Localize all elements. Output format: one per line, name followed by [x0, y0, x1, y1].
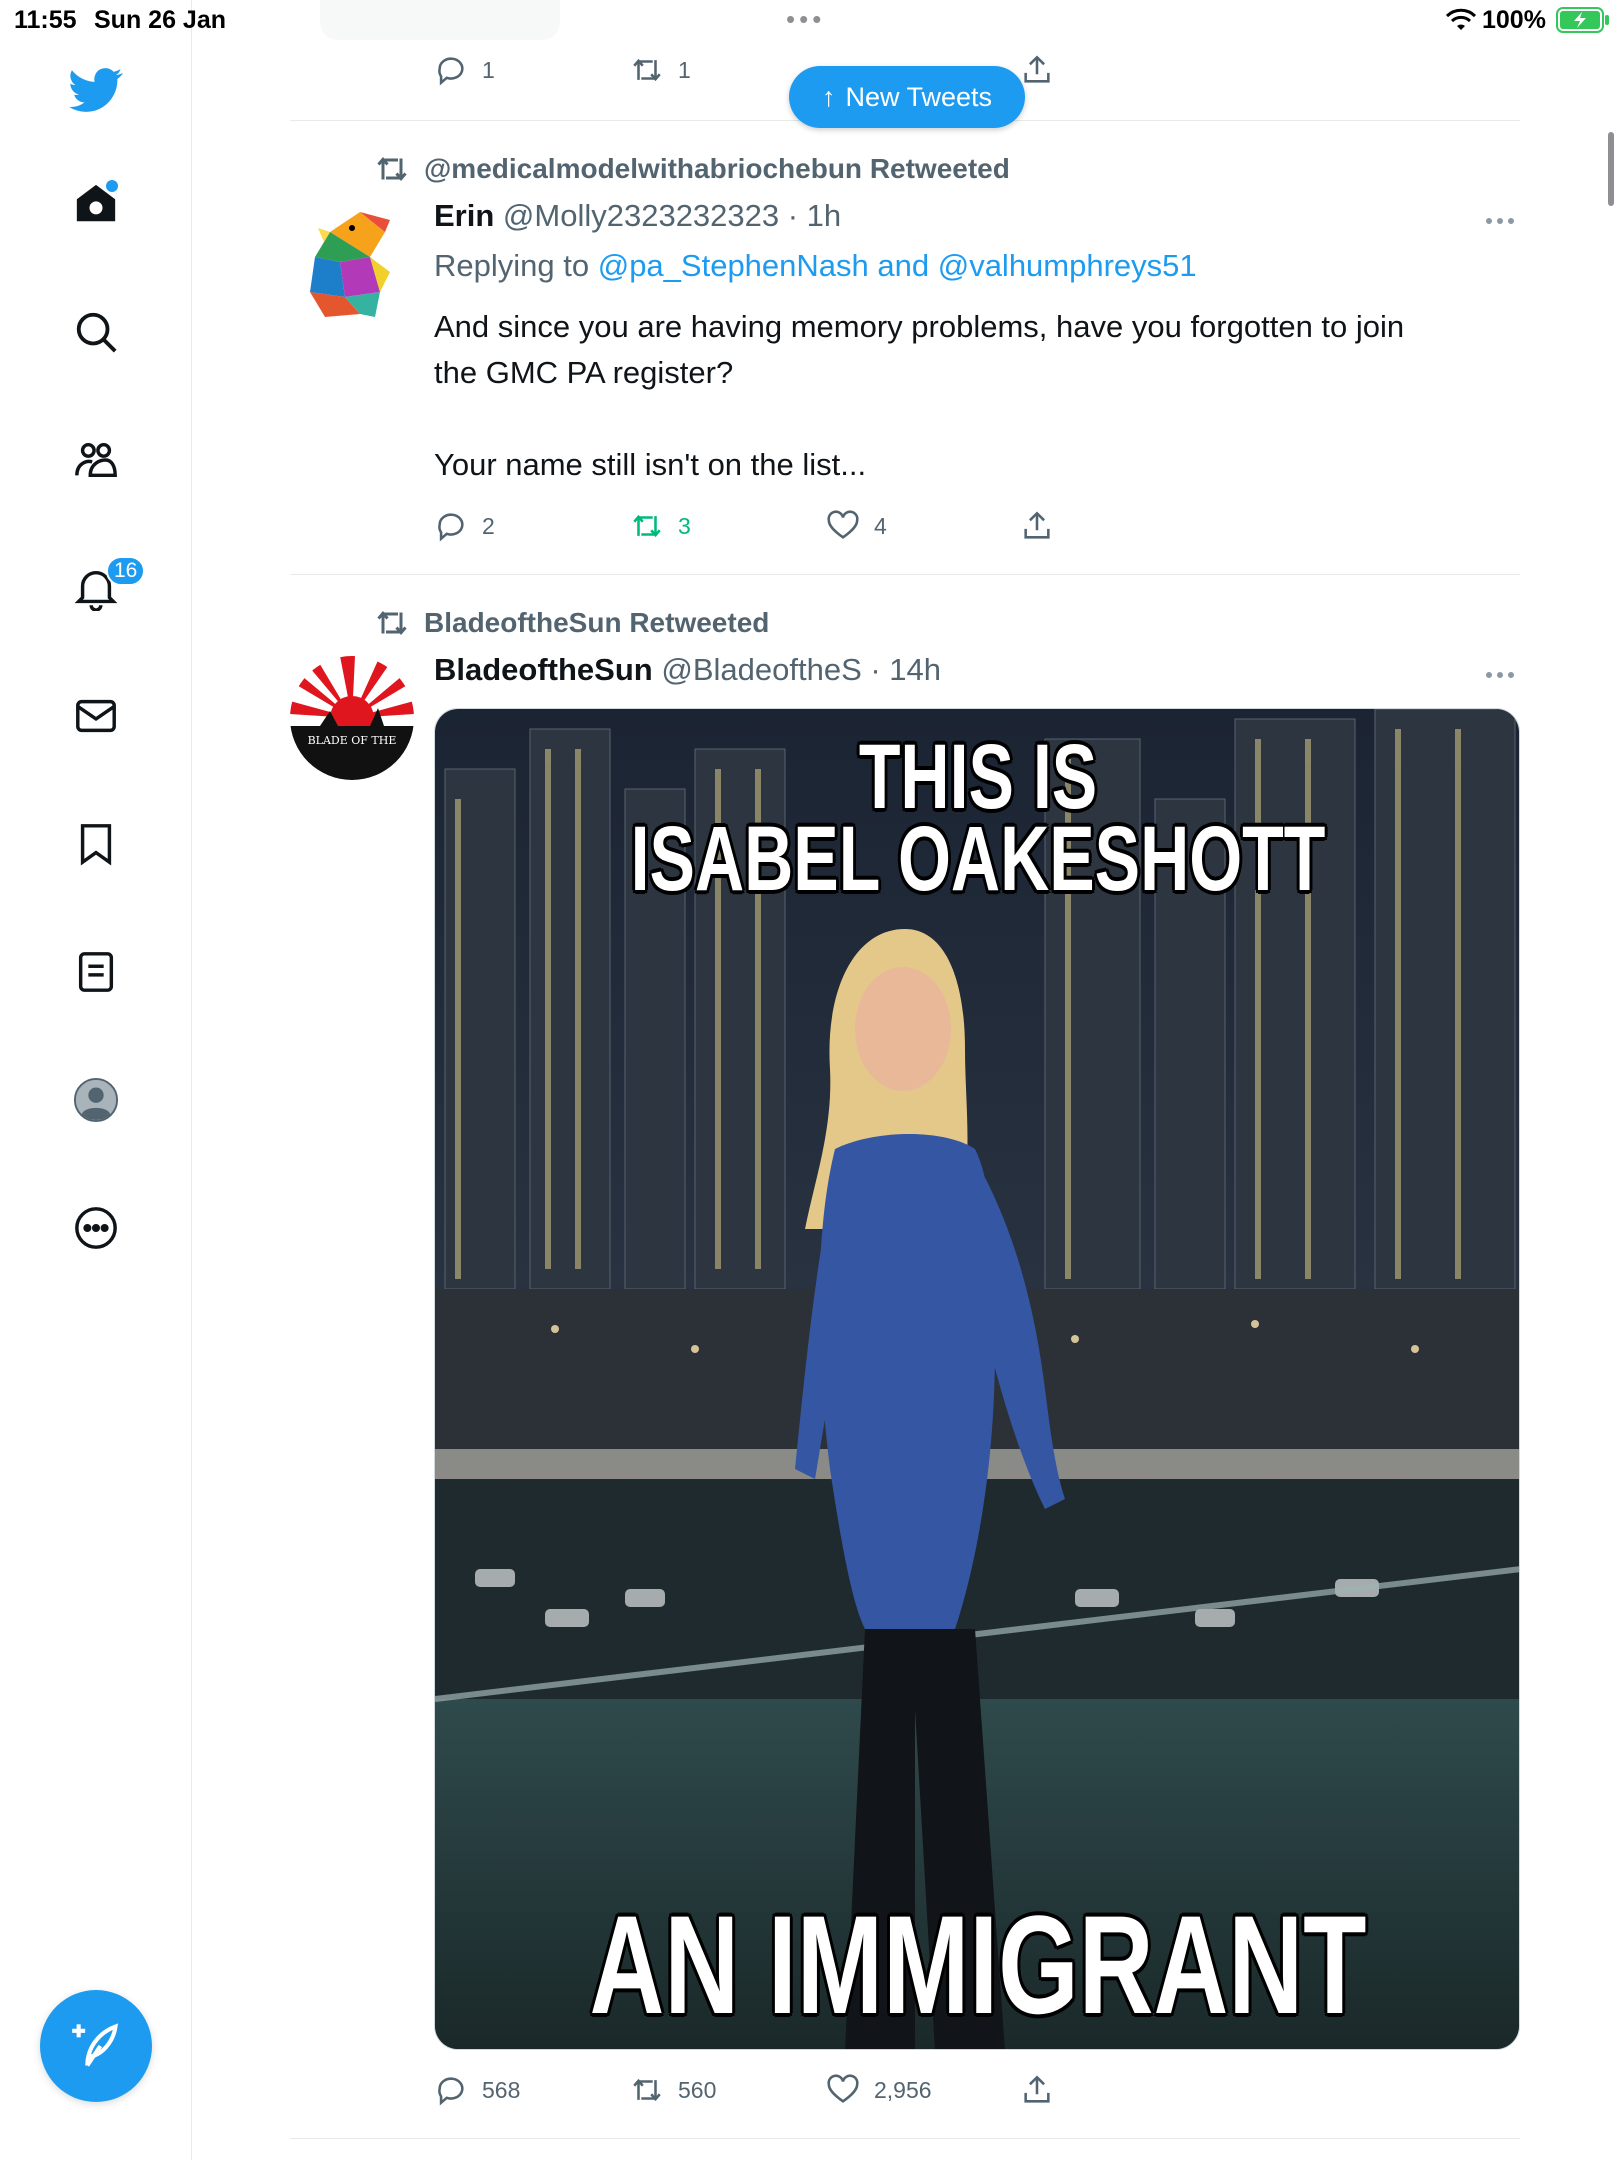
sidebar-item-lists[interactable] [52, 928, 140, 1016]
share-button[interactable] [1020, 2070, 1054, 2110]
reply-count: 568 [482, 2076, 521, 2103]
retweet-button[interactable]: 3 [630, 506, 691, 546]
communities-icon [75, 442, 117, 478]
replying-to-handles[interactable]: @pa_StephenNash and @valhumphreys51 [598, 248, 1197, 283]
reply-count: 2 [482, 512, 495, 539]
sidebar-item-communities[interactable] [52, 416, 140, 504]
twitter-bird-icon [69, 68, 123, 112]
share-icon [1024, 2075, 1050, 2103]
author-handle-time[interactable]: @Molly2323232323 · 1h [503, 198, 841, 233]
sidebar-item-home[interactable] [52, 160, 140, 248]
status-date: Sun 26 Jan [94, 6, 226, 34]
sidebar-item-search[interactable] [52, 288, 140, 376]
retweeted-by-label: BladeoftheSun Retweeted [424, 607, 770, 638]
image-caption-bottom: AN IMMIGRANT [589, 1886, 1367, 2043]
reply-count: 1 [482, 56, 495, 83]
tweet-text: And since you are having memory problems… [434, 304, 1504, 488]
tweet-text-line: the GMC PA register? [434, 355, 734, 390]
image-caption-top: ISABEL OAKESHOTT [630, 808, 1326, 910]
new-tweets-button[interactable]: ↑ New Tweets [789, 66, 1025, 128]
reply-button[interactable]: 1 [434, 50, 495, 90]
tweet-more-button[interactable] [1486, 672, 1520, 682]
retweet-icon [377, 610, 407, 636]
sidebar-item-messages[interactable] [52, 672, 140, 760]
battery-percent: 100% [1482, 6, 1546, 34]
retweet-icon [633, 58, 661, 82]
avatar[interactable]: BLADE OF THE [290, 656, 414, 780]
retweet-count: 1 [678, 56, 691, 83]
reply-icon [438, 57, 464, 86]
tweet-divider [290, 2138, 1520, 2139]
share-icon [1024, 55, 1050, 83]
tweet-header: Erin @Molly2323232323 · 1h [434, 198, 841, 238]
arrow-up-icon: ↑ [821, 81, 836, 112]
search-icon [76, 312, 117, 353]
author-handle-time[interactable]: @BladeoftheS · 14h [661, 652, 941, 687]
wifi-icon [1446, 8, 1476, 30]
twitter-logo[interactable] [52, 46, 140, 134]
like-button[interactable]: 4 [826, 506, 887, 546]
battery-charging-icon [1556, 7, 1609, 33]
messages-icon [76, 699, 116, 733]
more-icon [75, 1207, 117, 1249]
lists-icon [78, 952, 114, 992]
status-bar: 11:55 Sun 26 Jan ••• 100% [0, 0, 1620, 40]
new-tweets-label: New Tweets [845, 81, 993, 112]
share-button[interactable] [1020, 50, 1054, 90]
retweeted-by-label: @medicalmodelwithabriochebun Retweeted [424, 153, 1010, 184]
retweet-button[interactable]: 1 [630, 50, 691, 90]
city-night-photo [435, 709, 1519, 2049]
reply-icon [438, 2077, 464, 2106]
reply-icon [438, 513, 464, 542]
retweet-icon [377, 156, 407, 182]
tweet-text-line: And since you are having memory problems… [434, 309, 1405, 344]
tweet-actions: 2 3 4 [434, 506, 1434, 546]
sidebar-item-profile[interactable] [52, 1056, 140, 1144]
tweet-text-line: Your name still isn't on the list... [434, 447, 867, 482]
share-icon [1024, 511, 1050, 539]
sidebar-item-notifications[interactable]: 16 [52, 544, 146, 632]
timeline: 1 1 ↑ New Tweets @medicalmodelwithabrioc… [290, 0, 1520, 2160]
like-count: 4 [874, 512, 887, 539]
bookmarks-icon [80, 824, 112, 866]
tweet-more-button[interactable] [1486, 218, 1520, 228]
heart-icon [827, 510, 859, 539]
reply-button[interactable]: 2 [434, 506, 495, 546]
sidebar-nav: 16 [0, 0, 192, 2160]
notifications-badge: 16 [106, 556, 146, 586]
status-time: 11:55 [14, 6, 77, 34]
share-button[interactable] [1020, 506, 1054, 546]
avatar-text: BLADE OF THE [308, 734, 397, 747]
retweet-button[interactable]: 560 [630, 2070, 716, 2110]
heart-icon [827, 2074, 859, 2103]
retweet-icon [633, 514, 661, 538]
retweeted-by: @medicalmodelwithabriochebun Retweeted [374, 152, 1010, 186]
profile-avatar-icon [73, 1077, 119, 1123]
multitasking-dots-icon[interactable]: ••• [786, 4, 825, 35]
like-button[interactable]: 2,956 [826, 2070, 932, 2110]
home-unread-dot [106, 180, 118, 192]
retweet-count: 560 [678, 2076, 717, 2103]
sidebar-item-bookmarks[interactable] [52, 800, 140, 888]
retweet-icon [633, 2078, 661, 2102]
retweeted-by: BladeoftheSun Retweeted [374, 606, 769, 640]
author-name[interactable]: Erin [434, 198, 494, 233]
tweet-actions: 568 560 2,956 [434, 2070, 1434, 2110]
compose-tweet-button[interactable] [40, 1990, 152, 2102]
author-name[interactable]: BladeoftheSun [434, 652, 653, 687]
sidebar-item-more[interactable] [52, 1184, 140, 1272]
tweet-image[interactable]: THIS IS ISABEL OAKESHOTT AN IMMIGRANT [434, 708, 1520, 2050]
replying-prefix: Replying to [434, 248, 590, 283]
like-count: 2,956 [874, 2076, 932, 2103]
avatar[interactable] [290, 202, 414, 326]
reply-button[interactable]: 568 [434, 2070, 520, 2110]
tweet-divider [290, 574, 1520, 575]
retweet-count: 3 [678, 512, 691, 539]
tweet-header: BladeoftheSun @BladeoftheS · 14h [434, 652, 941, 692]
compose-tweet-icon [72, 2023, 119, 2067]
rising-sun-avatar-image: BLADE OF THE [290, 656, 414, 780]
scrollbar[interactable] [1608, 132, 1614, 206]
eagle-avatar-image [290, 202, 414, 326]
replying-to: Replying to @pa_StephenNash and @valhump… [434, 248, 1197, 284]
